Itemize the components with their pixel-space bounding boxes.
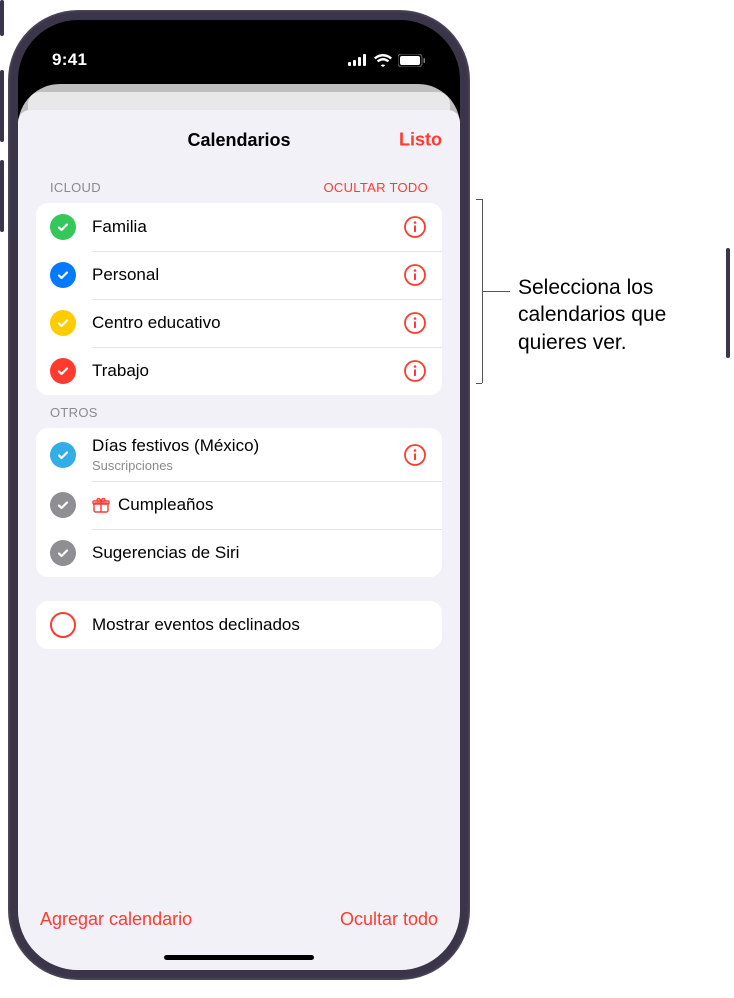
calendar-label: Centro educativo bbox=[92, 313, 402, 333]
declined-label: Mostrar eventos declinados bbox=[92, 615, 428, 635]
info-button[interactable] bbox=[402, 310, 428, 336]
info-button[interactable] bbox=[402, 262, 428, 288]
show-declined-row[interactable]: Mostrar eventos declinados bbox=[36, 601, 442, 649]
unchecked-circle-icon bbox=[50, 612, 76, 638]
icloud-calendar-group: Familia Personal bbox=[36, 203, 442, 395]
calendar-label: Días festivos (México) bbox=[92, 436, 402, 456]
check-icon bbox=[50, 214, 76, 240]
status-indicators bbox=[348, 54, 426, 67]
calendar-label: Cumpleaños bbox=[118, 495, 213, 515]
otros-section-header: OTROS bbox=[36, 395, 442, 428]
calendar-label: Personal bbox=[92, 265, 402, 285]
otros-section-label: OTROS bbox=[50, 405, 98, 420]
calendar-row-personal[interactable]: Personal bbox=[36, 251, 442, 299]
check-icon bbox=[50, 262, 76, 288]
calendar-row-familia[interactable]: Familia bbox=[36, 203, 442, 251]
info-button[interactable] bbox=[402, 442, 428, 468]
check-icon bbox=[50, 310, 76, 336]
iphone-frame: 9:41 Calendarios Listo ICLOUD bbox=[8, 10, 470, 980]
calendar-row-centro-educativo[interactable]: Centro educativo bbox=[36, 299, 442, 347]
calendar-row-siri[interactable]: Sugerencias de Siri bbox=[36, 529, 442, 577]
wifi-icon bbox=[374, 54, 392, 67]
home-indicator[interactable] bbox=[164, 955, 314, 960]
check-icon bbox=[50, 540, 76, 566]
check-icon bbox=[50, 492, 76, 518]
done-button[interactable]: Listo bbox=[399, 130, 442, 151]
calendar-label: Familia bbox=[92, 217, 402, 237]
info-button[interactable] bbox=[402, 214, 428, 240]
dynamic-island bbox=[171, 38, 307, 78]
check-icon bbox=[50, 442, 76, 468]
callout-connector bbox=[482, 291, 510, 292]
calendar-sublabel: Suscripciones bbox=[92, 458, 402, 473]
calendar-label: Sugerencias de Siri bbox=[92, 543, 428, 563]
callout-text: Selecciona los calendarios que quieres v… bbox=[518, 274, 728, 356]
check-icon bbox=[50, 358, 76, 384]
info-button[interactable] bbox=[402, 358, 428, 384]
calendar-row-trabajo[interactable]: Trabajo bbox=[36, 347, 442, 395]
callout-tick bbox=[476, 383, 482, 384]
calendar-row-cumpleanos[interactable]: Cumpleaños bbox=[36, 481, 442, 529]
calendar-row-festivos[interactable]: Días festivos (México) Suscripciones bbox=[36, 428, 442, 481]
modal-header: Calendarios Listo bbox=[18, 110, 460, 170]
phone-screen: 9:41 Calendarios Listo ICLOUD bbox=[18, 20, 460, 970]
hide-all-button[interactable]: Ocultar todo bbox=[340, 909, 438, 930]
icloud-section-label: ICLOUD bbox=[50, 180, 101, 195]
status-time: 9:41 bbox=[52, 50, 87, 70]
cellular-icon bbox=[348, 54, 368, 66]
add-calendar-button[interactable]: Agregar calendario bbox=[40, 909, 192, 930]
modal-title: Calendarios bbox=[187, 130, 290, 151]
icloud-section-header: ICLOUD OCULTAR TODO bbox=[36, 170, 442, 203]
declined-events-group: Mostrar eventos declinados bbox=[36, 601, 442, 649]
callout-tick bbox=[476, 199, 482, 200]
battery-icon bbox=[398, 54, 426, 67]
calendars-modal: Calendarios Listo ICLOUD OCULTAR TODO bbox=[18, 110, 460, 970]
calendar-label: Trabajo bbox=[92, 361, 402, 381]
hide-all-icloud-button[interactable]: OCULTAR TODO bbox=[324, 180, 428, 195]
otros-calendar-group: Días festivos (México) Suscripciones bbox=[36, 428, 442, 577]
gift-icon bbox=[92, 496, 110, 514]
